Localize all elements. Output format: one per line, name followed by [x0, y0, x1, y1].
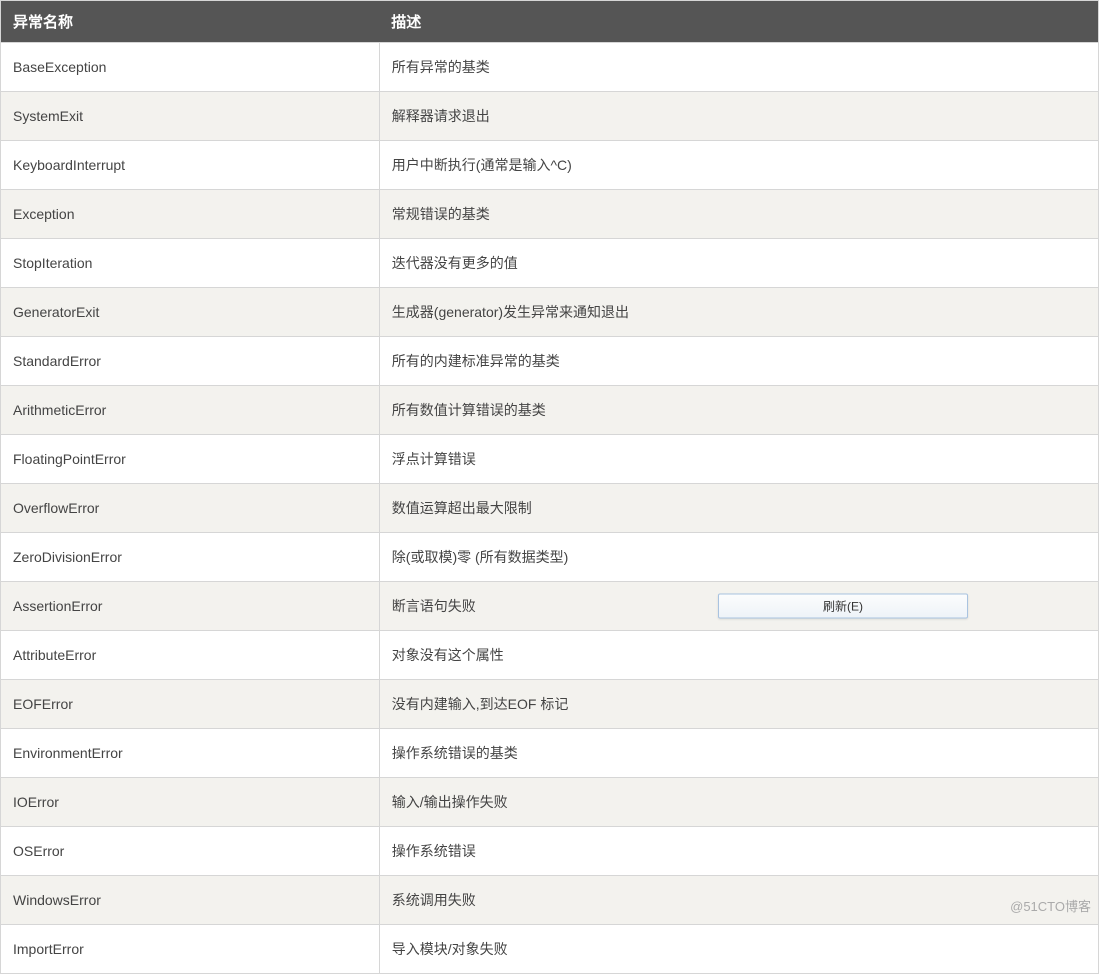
table-row: WindowsError系统调用失败: [1, 876, 1099, 925]
table-row: EOFError没有内建输入,到达EOF 标记: [1, 680, 1099, 729]
exception-name: KeyboardInterrupt: [1, 141, 380, 190]
table-row: Exception常规错误的基类: [1, 190, 1099, 239]
header-name: 异常名称: [1, 1, 380, 43]
exception-desc: 浮点计算错误: [379, 435, 1098, 484]
table-header-row: 异常名称 描述: [1, 1, 1099, 43]
watermark-text: @51CTO博客: [1010, 896, 1091, 915]
table-row: SystemExit解释器请求退出: [1, 92, 1099, 141]
exception-name: FloatingPointError: [1, 435, 380, 484]
table-row: FloatingPointError浮点计算错误: [1, 435, 1099, 484]
exception-name: IOError: [1, 778, 380, 827]
exception-desc: 常规错误的基类: [379, 190, 1098, 239]
table-row: StopIteration迭代器没有更多的值: [1, 239, 1099, 288]
exception-desc: 生成器(generator)发生异常来通知退出: [379, 288, 1098, 337]
exception-desc: 没有内建输入,到达EOF 标记: [379, 680, 1098, 729]
exception-desc: 断言语句失败刷新(E): [379, 582, 1098, 631]
exception-name: StandardError: [1, 337, 380, 386]
exception-desc: 用户中断执行(通常是输入^C): [379, 141, 1098, 190]
table-row: ZeroDivisionError除(或取模)零 (所有数据类型): [1, 533, 1099, 582]
exception-desc: 数值运算超出最大限制: [379, 484, 1098, 533]
exception-name: StopIteration: [1, 239, 380, 288]
exception-desc: 操作系统错误: [379, 827, 1098, 876]
exception-name: SystemExit: [1, 92, 380, 141]
exception-name: AssertionError: [1, 582, 380, 631]
header-desc: 描述: [379, 1, 1098, 43]
exception-desc: 迭代器没有更多的值: [379, 239, 1098, 288]
table-row: OSError操作系统错误: [1, 827, 1099, 876]
exception-name: ZeroDivisionError: [1, 533, 380, 582]
exceptions-table: 异常名称 描述 BaseException所有异常的基类SystemExit解释…: [0, 0, 1099, 974]
exception-name: OverflowError: [1, 484, 380, 533]
table-row: KeyboardInterrupt用户中断执行(通常是输入^C): [1, 141, 1099, 190]
exception-desc: 输入/输出操作失败: [379, 778, 1098, 827]
exception-name: BaseException: [1, 43, 380, 92]
context-menu-refresh[interactable]: 刷新(E): [718, 594, 968, 619]
exception-name: WindowsError: [1, 876, 380, 925]
exception-name: AttributeError: [1, 631, 380, 680]
exception-desc: 操作系统错误的基类: [379, 729, 1098, 778]
exception-name: OSError: [1, 827, 380, 876]
exception-name: EOFError: [1, 680, 380, 729]
table-row: ArithmeticError所有数值计算错误的基类: [1, 386, 1099, 435]
table-row: GeneratorExit生成器(generator)发生异常来通知退出: [1, 288, 1099, 337]
table-row: StandardError所有的内建标准异常的基类: [1, 337, 1099, 386]
exception-name: Exception: [1, 190, 380, 239]
table-row: IOError输入/输出操作失败: [1, 778, 1099, 827]
exception-desc: 除(或取模)零 (所有数据类型): [379, 533, 1098, 582]
exception-desc: 对象没有这个属性: [379, 631, 1098, 680]
table-row: AttributeError对象没有这个属性: [1, 631, 1099, 680]
table-row: ImportError导入模块/对象失败: [1, 925, 1099, 974]
exception-name: EnvironmentError: [1, 729, 380, 778]
exception-name: ArithmeticError: [1, 386, 380, 435]
table-row: BaseException所有异常的基类: [1, 43, 1099, 92]
exception-desc: 所有数值计算错误的基类: [379, 386, 1098, 435]
exception-desc: 系统调用失败: [379, 876, 1098, 925]
exception-desc: 解释器请求退出: [379, 92, 1098, 141]
exception-desc: 所有的内建标准异常的基类: [379, 337, 1098, 386]
exception-name: ImportError: [1, 925, 380, 974]
exception-desc: 导入模块/对象失败: [379, 925, 1098, 974]
table-row: EnvironmentError操作系统错误的基类: [1, 729, 1099, 778]
table-row: AssertionError断言语句失败刷新(E): [1, 582, 1099, 631]
exception-name: GeneratorExit: [1, 288, 380, 337]
exception-desc: 所有异常的基类: [379, 43, 1098, 92]
table-row: OverflowError数值运算超出最大限制: [1, 484, 1099, 533]
